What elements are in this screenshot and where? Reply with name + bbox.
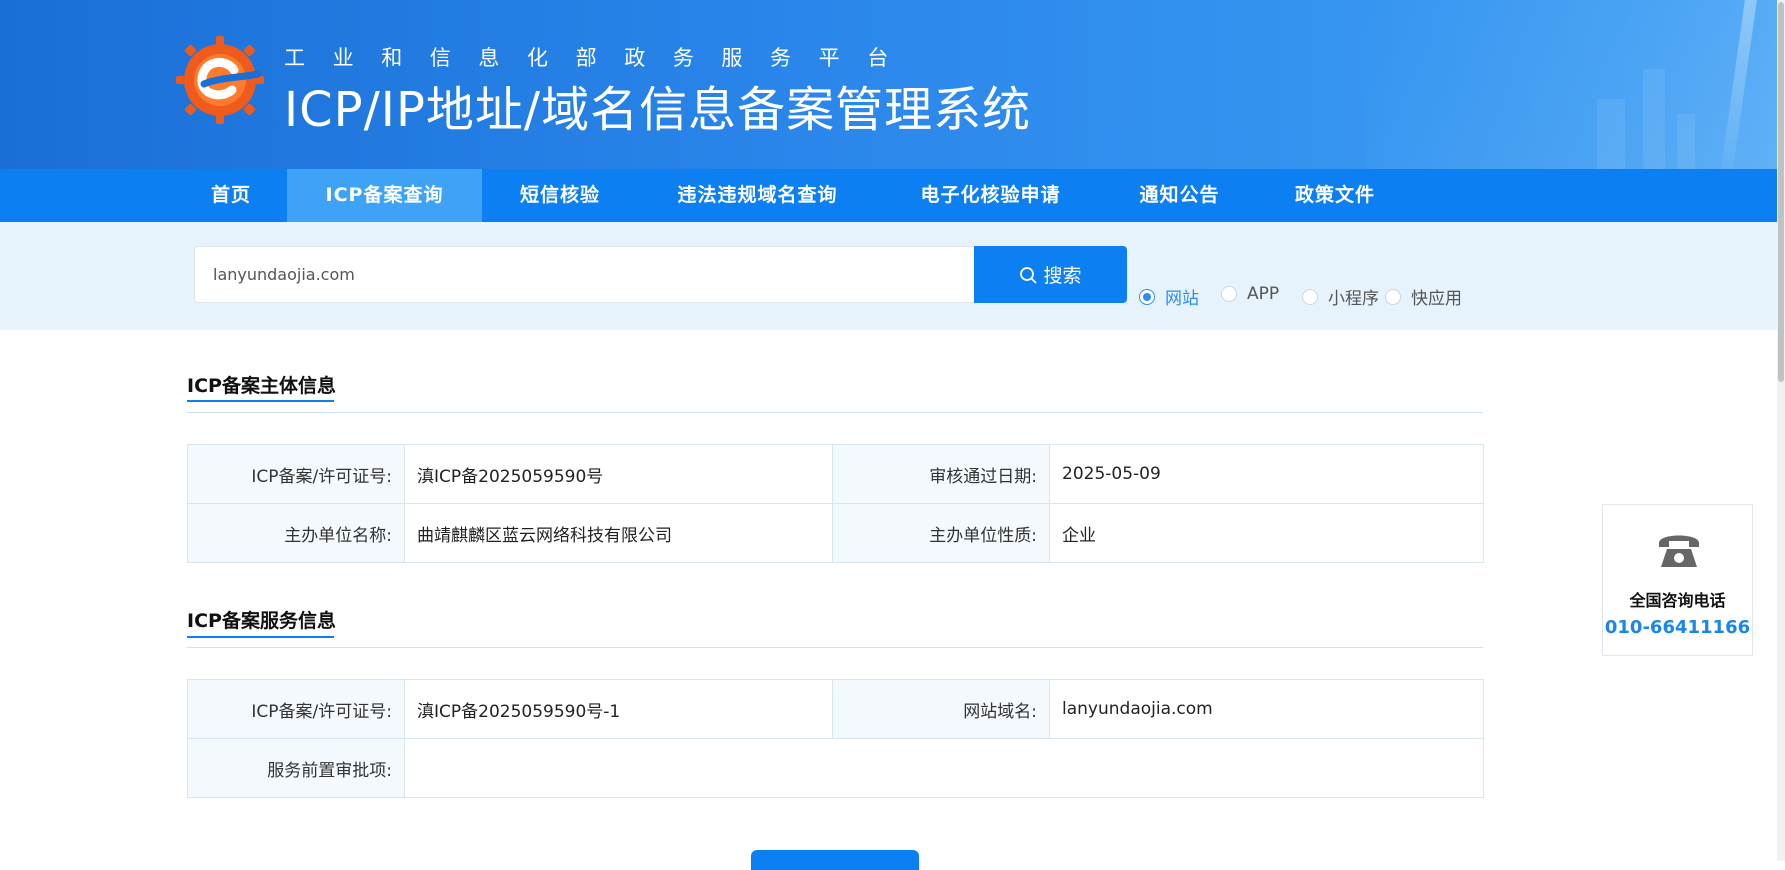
hotline-number: 010-66411166 xyxy=(1604,617,1751,638)
radio-label: 网站 xyxy=(1165,289,1199,309)
scrollbar-thumb[interactable] xyxy=(1778,2,1784,382)
service-section-title: ICP备案服务信息 xyxy=(187,610,336,632)
search-icon xyxy=(1020,266,1037,283)
field-label: 主办单位名称: xyxy=(187,503,405,563)
building-shape xyxy=(1677,114,1695,169)
radio-label: APP xyxy=(1247,284,1280,304)
radio-dot xyxy=(1385,288,1401,305)
section-divider xyxy=(187,412,1483,413)
page-title: ICP/IP地址/域名信息备案管理系统 xyxy=(284,82,1032,138)
nav-item-icp-query[interactable]: ICP备案查询 xyxy=(287,169,482,222)
nav-item-policy-docs[interactable]: 政策文件 xyxy=(1280,169,1390,222)
search-input[interactable] xyxy=(194,246,974,303)
radio-mini-program[interactable]: 小程序 xyxy=(1302,284,1379,309)
table-row: 服务前置审批项: xyxy=(187,738,1484,798)
header-decoration xyxy=(1365,0,1785,169)
field-value xyxy=(404,738,1484,798)
field-value: 滇ICP备2025059590号-1 xyxy=(404,679,833,739)
radio-dot xyxy=(1139,288,1155,305)
subject-section-title: ICP备案主体信息 xyxy=(187,375,336,397)
field-value: 企业 xyxy=(1049,503,1484,563)
main-nav: 首页 ICP备案查询 短信核验 违法违规域名查询 电子化核验申请 通知公告 政策… xyxy=(0,169,1777,222)
table-row: 主办单位名称: 曲靖麒麟区蓝云网络科技有限公司 主办单位性质: 企业 xyxy=(187,503,1484,563)
nav-item-home[interactable]: 首页 xyxy=(183,169,279,222)
field-label: 主办单位性质: xyxy=(832,503,1050,563)
radio-dot xyxy=(1221,286,1237,302)
radio-label: 小程序 xyxy=(1328,289,1379,309)
search-button-label: 搜索 xyxy=(1043,265,1082,287)
scrollbar[interactable] xyxy=(1777,0,1785,861)
search-area: 搜索 网站 APP 小程序 快应用 xyxy=(0,222,1777,330)
hotline-widget[interactable]: 全国咨询电话 010-66411166 xyxy=(1602,504,1753,656)
field-label: ICP备案/许可证号: xyxy=(187,444,405,504)
field-value: 2025-05-09 xyxy=(1049,444,1484,504)
table-row: ICP备案/许可证号: 滇ICP备2025059590号-1 网站域名: lan… xyxy=(187,679,1484,739)
telephone-icon xyxy=(1659,535,1699,567)
bottom-action-button[interactable] xyxy=(751,850,919,870)
table-row: ICP备案/许可证号: 滇ICP备2025059590号 审核通过日期: 202… xyxy=(187,444,1484,504)
section-divider xyxy=(187,647,1483,648)
search-button[interactable]: 搜索 xyxy=(974,246,1127,303)
field-label: 服务前置审批项: xyxy=(187,738,405,798)
service-info-table: ICP备案/许可证号: 滇ICP备2025059590号-1 网站域名: lan… xyxy=(187,679,1484,798)
field-value: lanyundaojia.com xyxy=(1049,679,1484,739)
section-underline xyxy=(187,636,334,638)
field-label: 审核通过日期: xyxy=(832,444,1050,504)
radio-website[interactable]: 网站 xyxy=(1139,284,1199,309)
section-underline xyxy=(187,400,334,402)
building-shape xyxy=(1597,99,1625,169)
nav-item-illegal-domain-query[interactable]: 违法违规域名查询 xyxy=(660,169,855,222)
nav-item-e-verify-apply[interactable]: 电子化核验申请 xyxy=(898,169,1083,222)
radio-quick-app[interactable]: 快应用 xyxy=(1385,284,1462,309)
field-value: 曲靖麒麟区蓝云网络科技有限公司 xyxy=(404,503,833,563)
field-label: 网站域名: xyxy=(832,679,1050,739)
field-value: 滇ICP备2025059590号 xyxy=(404,444,833,504)
radio-dot xyxy=(1302,288,1318,305)
hotline-label: 全国咨询电话 xyxy=(1629,591,1726,610)
nav-item-sms-verify[interactable]: 短信核验 xyxy=(500,169,620,222)
radio-app[interactable]: APP xyxy=(1221,284,1279,304)
radio-label: 快应用 xyxy=(1411,289,1462,309)
site-header: 工业和信息化部政务服务平台 ICP/IP地址/域名信息备案管理系统 xyxy=(0,0,1785,169)
building-shape xyxy=(1643,69,1665,169)
miit-logo-icon xyxy=(176,36,264,124)
header-subtitle: 工业和信息化部政务服务平台 xyxy=(284,46,916,70)
subject-info-table: ICP备案/许可证号: 滇ICP备2025059590号 审核通过日期: 202… xyxy=(187,444,1484,563)
field-label: ICP备案/许可证号: xyxy=(187,679,405,739)
nav-item-notices[interactable]: 通知公告 xyxy=(1122,169,1237,222)
